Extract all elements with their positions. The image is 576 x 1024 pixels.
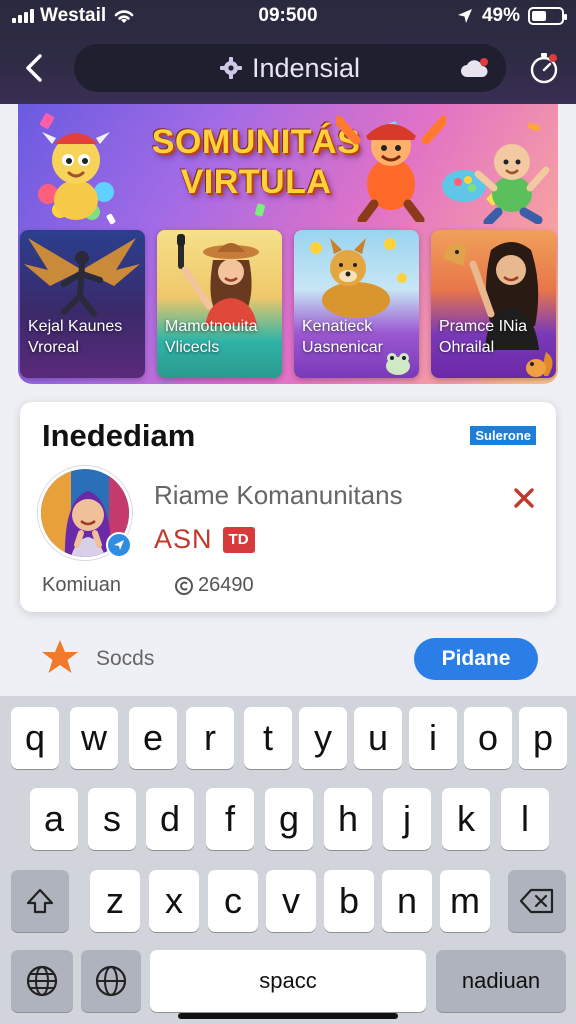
key-s[interactable]: s: [88, 788, 136, 850]
mascot-cow-illustration: [38, 132, 114, 220]
profile-card[interactable]: Inedediam Sulerone Riame Komanunitans AS…: [20, 402, 556, 612]
timer-icon[interactable]: [526, 50, 562, 86]
backspace-key[interactable]: [508, 870, 566, 932]
key-w[interactable]: w: [70, 707, 118, 769]
key-k[interactable]: k: [442, 788, 490, 850]
banner-card-2[interactable]: Mamotnouita Vlicecls: [157, 230, 282, 378]
battery-icon: [528, 7, 567, 25]
key-j[interactable]: j: [383, 788, 431, 850]
profile-code: ASN: [154, 524, 213, 554]
status-bar: Westail 09:500 49%: [0, 0, 576, 32]
chevron-left-icon: [26, 54, 42, 82]
profile-footer-count: 26490: [174, 574, 254, 597]
key-y[interactable]: y: [299, 707, 347, 769]
profile-card-heading: Inedediam: [42, 418, 196, 453]
cloud-notification-icon[interactable]: [460, 57, 490, 79]
on-screen-keyboard: q w e r t y u i o p a s d f g h j k l z …: [0, 696, 576, 1024]
action-row-label: Socds: [96, 647, 155, 670]
key-m[interactable]: m: [440, 870, 490, 932]
home-indicator[interactable]: [178, 1013, 398, 1019]
space-key[interactable]: spacc: [150, 950, 426, 1012]
community-banner[interactable]: SOMUNITÁS VIRTULA Kejal Kaunes Vroreal M…: [18, 104, 558, 384]
top-bar: Westail 09:500 49% Indensial: [0, 0, 576, 104]
key-c[interactable]: c: [208, 870, 258, 932]
key-r[interactable]: r: [186, 707, 234, 769]
key-l[interactable]: l: [501, 788, 549, 850]
key-e[interactable]: e: [129, 707, 177, 769]
key-p[interactable]: p: [519, 707, 567, 769]
banner-card-2-label: Mamotnouita Vlicecls: [165, 318, 258, 356]
banner-card-1-label: Kejal Kaunes Vroreal: [28, 318, 123, 356]
action-row: Socds Pidane: [0, 628, 576, 692]
key-x[interactable]: x: [149, 870, 199, 932]
banner-card-3-label: Kenatieck Uasnenicar: [302, 318, 383, 356]
key-n[interactable]: n: [382, 870, 432, 932]
key-d[interactable]: d: [146, 788, 194, 850]
globe-key[interactable]: [81, 950, 141, 1012]
back-button[interactable]: [14, 48, 54, 88]
banner-card-1[interactable]: Kejal Kaunes Vroreal: [20, 230, 145, 378]
mascot-kid-illustration: [442, 144, 550, 224]
close-icon[interactable]: [510, 484, 538, 512]
key-a[interactable]: a: [30, 788, 78, 850]
key-q[interactable]: q: [11, 707, 59, 769]
nav-bar: Indensial: [0, 44, 576, 94]
profile-tag[interactable]: Sulerone: [470, 426, 536, 445]
key-v[interactable]: v: [266, 870, 316, 932]
primary-action-button[interactable]: Pidane: [414, 638, 538, 680]
key-h[interactable]: h: [324, 788, 372, 850]
return-key[interactable]: nadiuan: [436, 950, 566, 1012]
key-b[interactable]: b: [324, 870, 374, 932]
key-t[interactable]: t: [244, 707, 292, 769]
woman-with-hat-illustration: [177, 234, 259, 326]
profile-badge: TD: [222, 526, 255, 553]
emoji-key[interactable]: [11, 950, 73, 1012]
copyright-icon: [175, 576, 193, 595]
key-u[interactable]: u: [354, 707, 402, 769]
key-z[interactable]: z: [90, 870, 140, 932]
key-f[interactable]: f: [206, 788, 254, 850]
gear-icon: [219, 57, 242, 79]
banner-card-3[interactable]: Kenatieck Uasnenicar: [294, 230, 419, 378]
profile-footer-label: Komiuan: [42, 574, 121, 596]
globe-icon: [95, 965, 127, 997]
star-icon[interactable]: [40, 638, 80, 676]
verified-badge-icon: [106, 532, 132, 558]
profile-name: Riame Komanunitans: [154, 480, 403, 510]
banner-card-4-label: Pramce INia Ohrailal: [439, 318, 528, 356]
globe-alt-icon: [26, 965, 58, 997]
banner-card-4[interactable]: Pramce INia Ohrailal: [431, 230, 556, 378]
dog-illustration: [310, 238, 407, 318]
key-i[interactable]: i: [409, 707, 457, 769]
key-g[interactable]: g: [265, 788, 313, 850]
backspace-icon: [519, 888, 554, 914]
shift-icon: [26, 888, 54, 914]
location-arrow-icon: [457, 9, 472, 23]
key-o[interactable]: o: [464, 707, 512, 769]
battery-percent: 49%: [481, 5, 520, 26]
shift-key[interactable]: [11, 870, 69, 932]
banner-card-row: Kejal Kaunes Vroreal Mamotnouita Vlicecl…: [20, 230, 556, 378]
profile-subline: ASN TD: [154, 524, 255, 555]
page-title: Indensial: [251, 52, 361, 83]
title-pill[interactable]: Indensial: [74, 44, 506, 92]
